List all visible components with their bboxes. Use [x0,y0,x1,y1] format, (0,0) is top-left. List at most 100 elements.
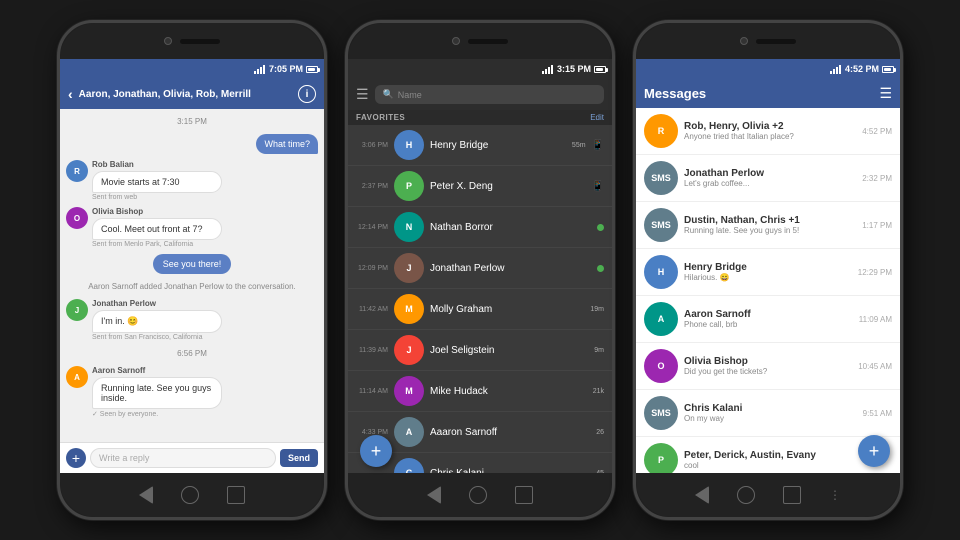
badge-joel: 9m [594,347,604,354]
device-peter: 📱 [592,181,604,192]
recent-nav-3[interactable] [783,486,801,504]
msg-preview-rob: Anyone tried that Italian place? [684,132,856,141]
avatar-olivia: O [66,207,88,229]
msg-item-henry[interactable]: H Henry Bridge Hilarious. 😄 12:29 PM [636,249,900,296]
msg-name-jperlow: Jonathan Perlow [684,168,856,179]
bb3 [836,67,838,74]
messages-menu-icon[interactable]: ☰ [879,85,892,102]
attach-button[interactable]: + [66,448,86,468]
search-box[interactable]: 🔍 Name [375,85,604,104]
msg-time-olivia: 10:45 AM [858,362,892,371]
avatar-nathan: N [394,212,424,242]
msg-name-henry: Henry Bridge [684,262,852,273]
msg-name-rob: Rob, Henry, Olivia +2 [684,121,856,132]
msg-avatar-rob: R [644,114,678,148]
msg-preview-jperlow: Let's grab coffee... [684,179,856,188]
contact-molly[interactable]: 11:42 AM M Molly Graham 19m [348,289,612,330]
contact-time-peter: 2:37 PM [356,183,388,190]
messages-list: R Rob, Henry, Olivia +2 Anyone tried tha… [636,108,900,473]
sender-olivia: Olivia Bishop [92,207,318,216]
contact-henry[interactable]: 3:06 PM H Henry Bridge 55m 📱 [348,125,612,166]
recent-nav-1[interactable] [227,486,245,504]
avatar-peter: P [394,171,424,201]
status-bar-1: 7:05 PM [60,59,324,79]
bb4 [839,65,841,74]
msg-preview-ckalani: On my way [684,414,857,423]
sender-rob: Rob Balian [92,160,318,169]
msg-info-asarnoff: Aaron Sarnoff Phone call, brb [684,309,853,329]
contact-time-henry: 3:06 PM [356,142,388,149]
avatar-molly: M [394,294,424,324]
battery-3 [882,66,894,73]
msg-name-peter: Peter, Derick, Austin, Evany [684,450,886,461]
msg-aaron-content: Aaron Sarnoff Running late. See you guys… [92,366,318,418]
msg-preview-asarnoff: Phone call, brb [684,320,853,329]
msg-time-jperlow: 2:32 PM [862,174,892,183]
msg-item-asarnoff[interactable]: A Aaron Sarnoff Phone call, brb 11:09 AM [636,296,900,343]
name-peter: Peter X. Deng [430,181,586,192]
msg-avatar-henry: H [644,255,678,289]
msg-info-henry: Henry Bridge Hilarious. 😄 [684,262,852,282]
speaker-1 [180,39,220,44]
bubble-olivia: Cool. Meet out front at 7? [92,218,222,240]
home-nav-1[interactable] [181,486,199,504]
search-placeholder: Name [398,90,422,100]
sub-aaron: ✓ Seen by everyone. [92,410,318,418]
avatar-aaron: A [66,366,88,388]
time-label-1: 3:15 PM [66,117,318,126]
screen-1: 7:05 PM ‹ Aaron, Jonathan, Olivia, Rob, … [60,59,324,473]
contact-mike[interactable]: 11:14 AM M Mike Hudack 21k [348,371,612,412]
contact-time-nathan: 12:14 PM [356,224,388,231]
badge-molly: 19m [590,306,604,313]
recent-nav-2[interactable] [515,486,533,504]
reply-input[interactable]: Write a reply [90,448,276,468]
home-nav-3[interactable] [737,486,755,504]
edit-button[interactable]: Edit [590,113,604,122]
sender-aaron: Aaron Sarnoff [92,366,318,375]
home-nav-2[interactable] [469,486,487,504]
back-nav-3[interactable] [695,486,709,504]
back-icon[interactable]: ‹ [68,86,73,102]
contact-peter[interactable]: 2:37 PM P Peter X. Deng 📱 [348,166,612,207]
chat-input-bar[interactable]: + Write a reply Send [60,442,324,473]
msg-item-jperlow[interactable]: SMS Jonathan Perlow Let's grab coffee...… [636,155,900,202]
msg-time-rob: 4:52 PM [862,127,892,136]
name-mike: Mike Hudack [430,386,587,397]
name-nathan: Nathan Borror [430,222,591,233]
bubble-jonathan: I'm in. 😊 [92,310,222,333]
contact-jonathan[interactable]: 12:09 PM J Jonathan Perlow [348,248,612,289]
chat-title: Aaron, Jonathan, Olivia, Rob, Merrill [79,89,292,100]
info-button[interactable]: i [298,85,316,103]
avatar-henry: H [394,130,424,160]
msg-item-olivia[interactable]: O Olivia Bishop Did you get the tickets?… [636,343,900,390]
msg-olivia-content: Olivia Bishop Cool. Meet out front at 7?… [92,207,318,248]
back-nav-2[interactable] [427,486,441,504]
contact-nathan[interactable]: 12:14 PM N Nathan Borror [348,207,612,248]
speaker-3 [756,39,796,44]
msg-item-dustin[interactable]: SMS Dustin, Nathan, Chris +1 Running lat… [636,202,900,249]
contact-joel[interactable]: 11:39 AM J Joel Seligstein 9m [348,330,612,371]
chat-header[interactable]: ‹ Aaron, Jonathan, Olivia, Rob, Merrill … [60,79,324,109]
menu-dots[interactable]: ⋮ [829,488,841,502]
msg-time-henry: 12:29 PM [858,268,892,277]
msg-info-olivia: Olivia Bishop Did you get the tickets? [684,356,852,376]
time-1: 7:05 PM [269,64,303,74]
fab-contacts[interactable]: + [360,435,392,467]
signal-2 [542,65,553,74]
b1 [542,71,544,74]
back-nav-1[interactable] [139,486,153,504]
msg-olivia: O Olivia Bishop Cool. Meet out front at … [66,207,318,248]
section-header: FAVORITES Edit [348,110,612,125]
bb1 [830,71,832,74]
search-icon: 🔍 [383,89,394,100]
msg-item-ckalani[interactable]: SMS Chris Kalani On my way 9:51 AM [636,390,900,437]
fab-messages[interactable]: + [858,435,890,467]
time-label-2: 6:56 PM [66,349,318,358]
msg-jonathan-content: Jonathan Perlow I'm in. 😊 Sent from San … [92,299,318,341]
msg-item-rob[interactable]: R Rob, Henry, Olivia +2 Anyone tried tha… [636,108,900,155]
send-button[interactable]: Send [280,449,318,467]
avatar-mike: M [394,376,424,406]
avatar-aaaron: A [394,417,424,447]
name-aaaron: Aaaron Sarnoff [430,427,590,438]
bar3 [260,67,262,74]
